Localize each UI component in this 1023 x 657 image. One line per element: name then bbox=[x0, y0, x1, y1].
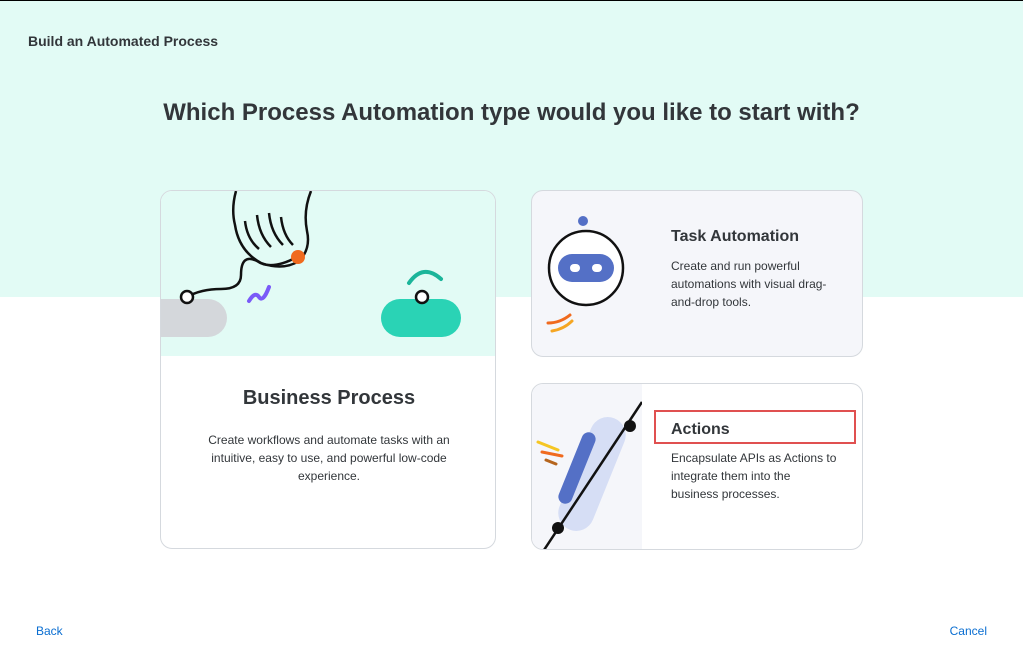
back-button[interactable]: Back bbox=[36, 624, 63, 638]
robot-illustration bbox=[532, 191, 642, 356]
build-process-dialog: Build an Automated Process Which Process… bbox=[0, 0, 1023, 657]
task-automation-description: Create and run powerful automations with… bbox=[671, 259, 827, 309]
actions-title: Actions bbox=[671, 421, 730, 438]
actions-card[interactable]: Actions Encapsulate APIs as Actions to i… bbox=[531, 383, 863, 550]
api-connector-illustration bbox=[532, 384, 642, 549]
cancel-button[interactable]: Cancel bbox=[950, 624, 987, 638]
task-automation-card[interactable]: Task Automation Create and run powerful … bbox=[531, 190, 863, 357]
task-automation-title: Task Automation bbox=[671, 228, 800, 245]
page-question: Which Process Automation type would you … bbox=[163, 99, 860, 126]
business-process-card[interactable]: Business Process Create workflows and au… bbox=[160, 190, 496, 549]
dialog-title: Build an Automated Process bbox=[28, 33, 219, 49]
business-process-title: Business Process bbox=[242, 387, 416, 409]
hand-holding-node-illustration bbox=[161, 191, 495, 356]
business-process-description: Create workflows and automate tasks with… bbox=[208, 433, 450, 483]
actions-description: Encapsulate APIs as Actions to integrate… bbox=[671, 451, 837, 501]
